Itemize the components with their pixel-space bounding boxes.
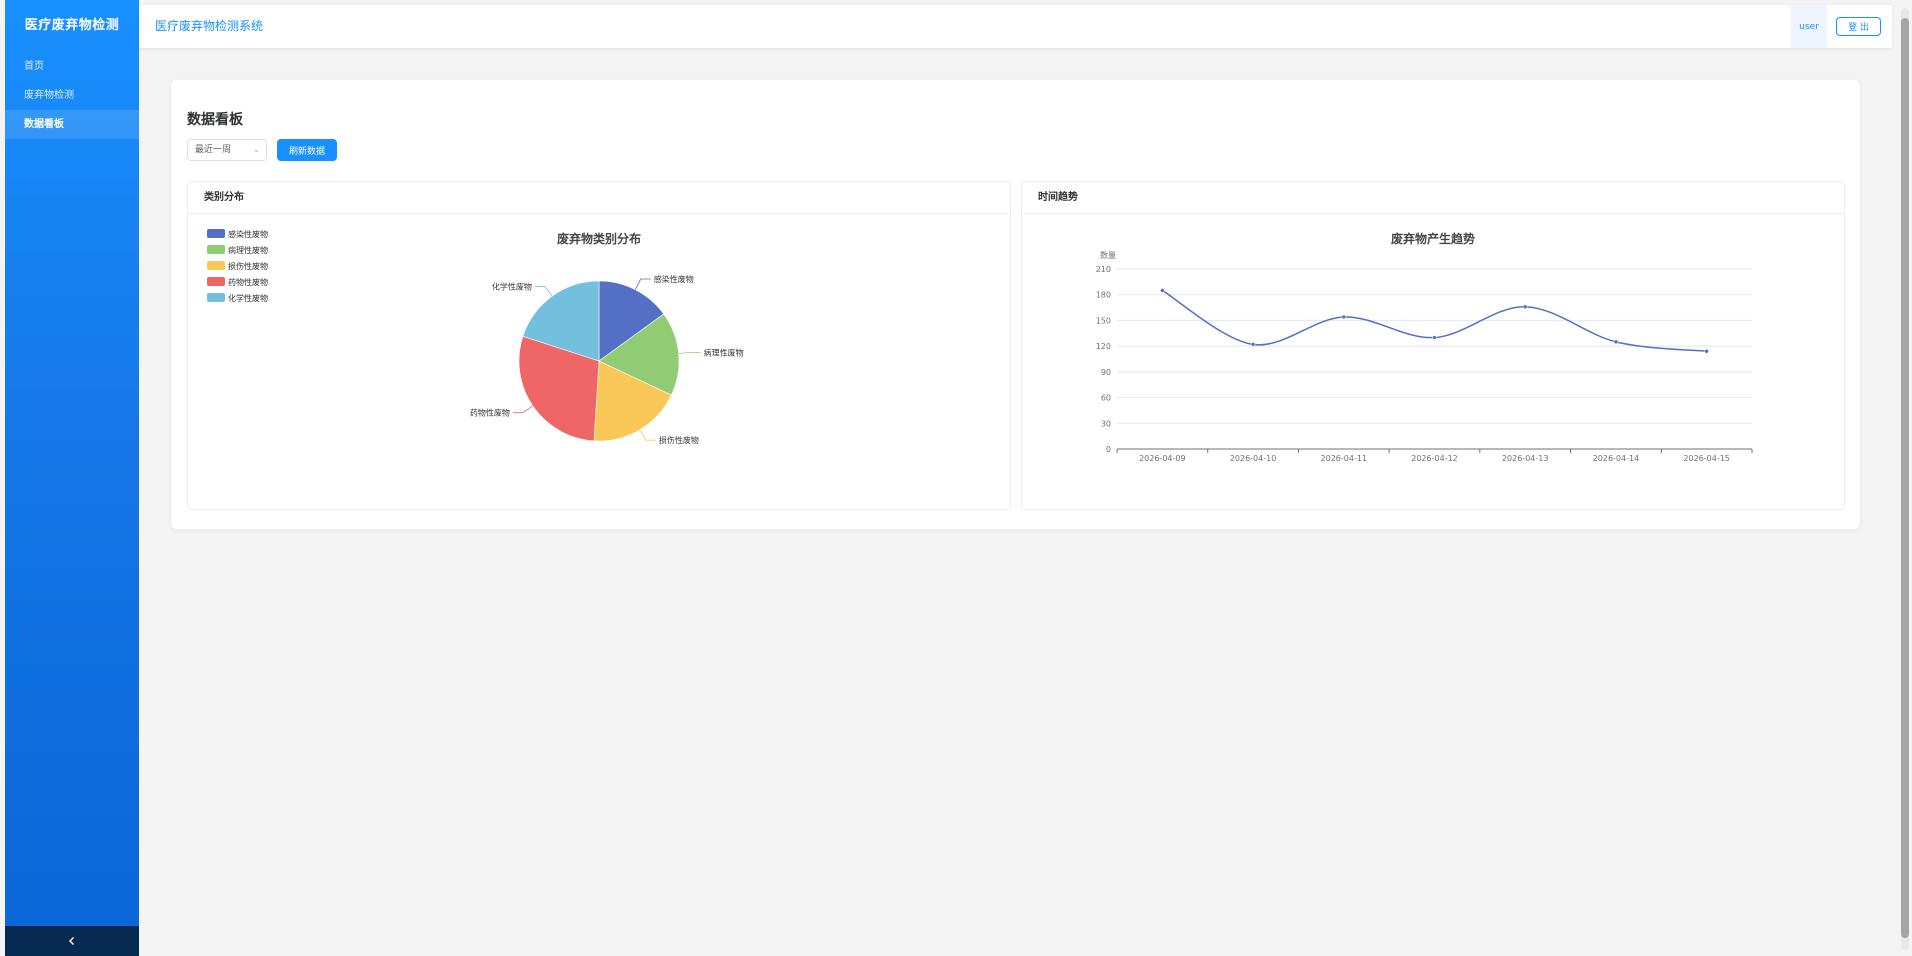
- pie-slice-label: 损伤性废物: [659, 435, 699, 445]
- x-tick-label: 2026-04-10: [1230, 454, 1277, 463]
- y-tick-label: 180: [1096, 291, 1111, 300]
- pie-label-line: [512, 405, 534, 414]
- trend-panel-title: 时间趋势: [1022, 182, 1844, 214]
- system-title: 医疗废弃物检测系统: [155, 19, 264, 33]
- logout-button[interactable]: 登 出: [1836, 17, 1881, 36]
- pie-slices: [518, 280, 680, 442]
- pie-slice-label: 感染性废物: [654, 274, 694, 284]
- x-tick-label: 2026-04-09: [1139, 454, 1186, 463]
- pie-legend: 感染性废物病理性废物损伤性废物药物性废物化学性废物: [207, 229, 268, 303]
- sidebar-item-dashboard[interactable]: 数据看板: [5, 110, 139, 139]
- y-tick-label: 30: [1101, 419, 1111, 428]
- line-chart-title: 废弃物产生趋势: [1391, 231, 1475, 246]
- time-trend-panel: 时间趋势 废弃物产生趋势 数量 0 30 60 90 120 150 180 210 2026-…: [1021, 181, 1845, 510]
- legend-swatch[interactable]: [207, 245, 225, 254]
- data-point[interactable]: [1522, 304, 1528, 309]
- sidebar-collapse-button[interactable]: [5, 926, 139, 956]
- pie-label-line: [678, 351, 701, 354]
- line-chart: 废弃物产生趋势 数量 0 30 60 90 120 150 180 210 2026-04-09…: [1096, 231, 1753, 463]
- page-title: 数据看板: [187, 112, 243, 128]
- app-root: 医疗废弃物检测 首页 废弃物检测 数据看板 医疗废弃物检测系统 user 登 出…: [0, 0, 1912, 956]
- time-range-select[interactable]: 最近一周 ⌄: [187, 139, 267, 161]
- data-point[interactable]: [1613, 339, 1619, 345]
- x-tick-label: 2026-04-11: [1321, 454, 1368, 463]
- legend-label[interactable]: 药物性废物: [228, 277, 268, 287]
- pie-label-line: [534, 286, 553, 297]
- category-distribution-panel: 类别分布 废弃物类别分布 感染性废物 病理性废物 损伤性废物 药物性废物 化学性废物 感…: [187, 181, 1011, 510]
- legend-label[interactable]: 感染性废物: [228, 229, 268, 239]
- data-point[interactable]: [1704, 349, 1709, 354]
- user-name[interactable]: user: [1791, 5, 1827, 48]
- data-point[interactable]: [1250, 342, 1256, 347]
- x-tick-label: 2026-04-13: [1502, 454, 1549, 463]
- y-tick-label: 60: [1101, 394, 1111, 403]
- x-tick-label: 2026-04-12: [1411, 454, 1458, 463]
- top-header: 医疗废弃物检测系统 user 登 出: [139, 5, 1892, 48]
- y-tick-label: 90: [1101, 368, 1111, 377]
- legend-swatch[interactable]: [207, 277, 225, 286]
- pie-label-line: [634, 278, 651, 290]
- sidebar-item-waste-detection[interactable]: 废弃物检测: [5, 81, 139, 110]
- legend-label[interactable]: 病理性废物: [228, 245, 268, 255]
- pie-label-line: [639, 429, 656, 441]
- y-tick-label: 120: [1096, 342, 1111, 351]
- legend-swatch[interactable]: [207, 293, 225, 302]
- legend-label[interactable]: 损伤性废物: [228, 261, 268, 271]
- y-tick-label: 210: [1096, 265, 1111, 274]
- legend-label[interactable]: 化学性废物: [228, 293, 268, 303]
- data-point[interactable]: [1160, 288, 1165, 293]
- pie-chart: 废弃物类别分布 感染性废物病理性废物损伤性废物药物性废物化学性废物 感染性废物病…: [207, 229, 744, 445]
- data-point[interactable]: [1432, 335, 1437, 340]
- y-axis-label: 数量: [1100, 250, 1116, 260]
- sidebar: 医疗废弃物检测 首页 废弃物检测 数据看板: [5, 0, 139, 956]
- refresh-data-button[interactable]: 刷新数据: [277, 139, 337, 161]
- pie-slice-label: 病理性废物: [704, 347, 744, 357]
- data-point[interactable]: [1341, 314, 1347, 320]
- brand-title: 医疗废弃物检测: [24, 18, 120, 33]
- page-scrollbar-thumb[interactable]: [1901, 18, 1909, 938]
- category-panel-title: 类别分布: [188, 182, 1010, 214]
- page-scrollbar[interactable]: [1901, 8, 1909, 950]
- legend-swatch[interactable]: [207, 229, 225, 238]
- pie-chart-title: 废弃物类别分布: [557, 231, 641, 246]
- pie-slice-label: 化学性废物: [492, 282, 532, 292]
- sidebar-item-home[interactable]: 首页: [5, 52, 139, 81]
- y-tick-label: 150: [1096, 316, 1111, 325]
- line-grid: [1117, 268, 1752, 450]
- dashboard-card: 数据看板 最近一周 ⌄ 刷新数据 类别分布 废弃物类别分布 感染性废物 病理性废物…: [171, 80, 1860, 529]
- y-tick-label: 0: [1106, 445, 1111, 454]
- time-range-value: 最近一周: [195, 145, 232, 155]
- chevron-down-icon: ⌄: [252, 145, 260, 155]
- x-tick-label: 2026-04-15: [1683, 454, 1730, 463]
- chevron-left-icon: [69, 937, 74, 945]
- legend-swatch[interactable]: [207, 261, 225, 270]
- pie-slice-label: 药物性废物: [470, 408, 510, 418]
- x-tick-label: 2026-04-14: [1593, 454, 1640, 463]
